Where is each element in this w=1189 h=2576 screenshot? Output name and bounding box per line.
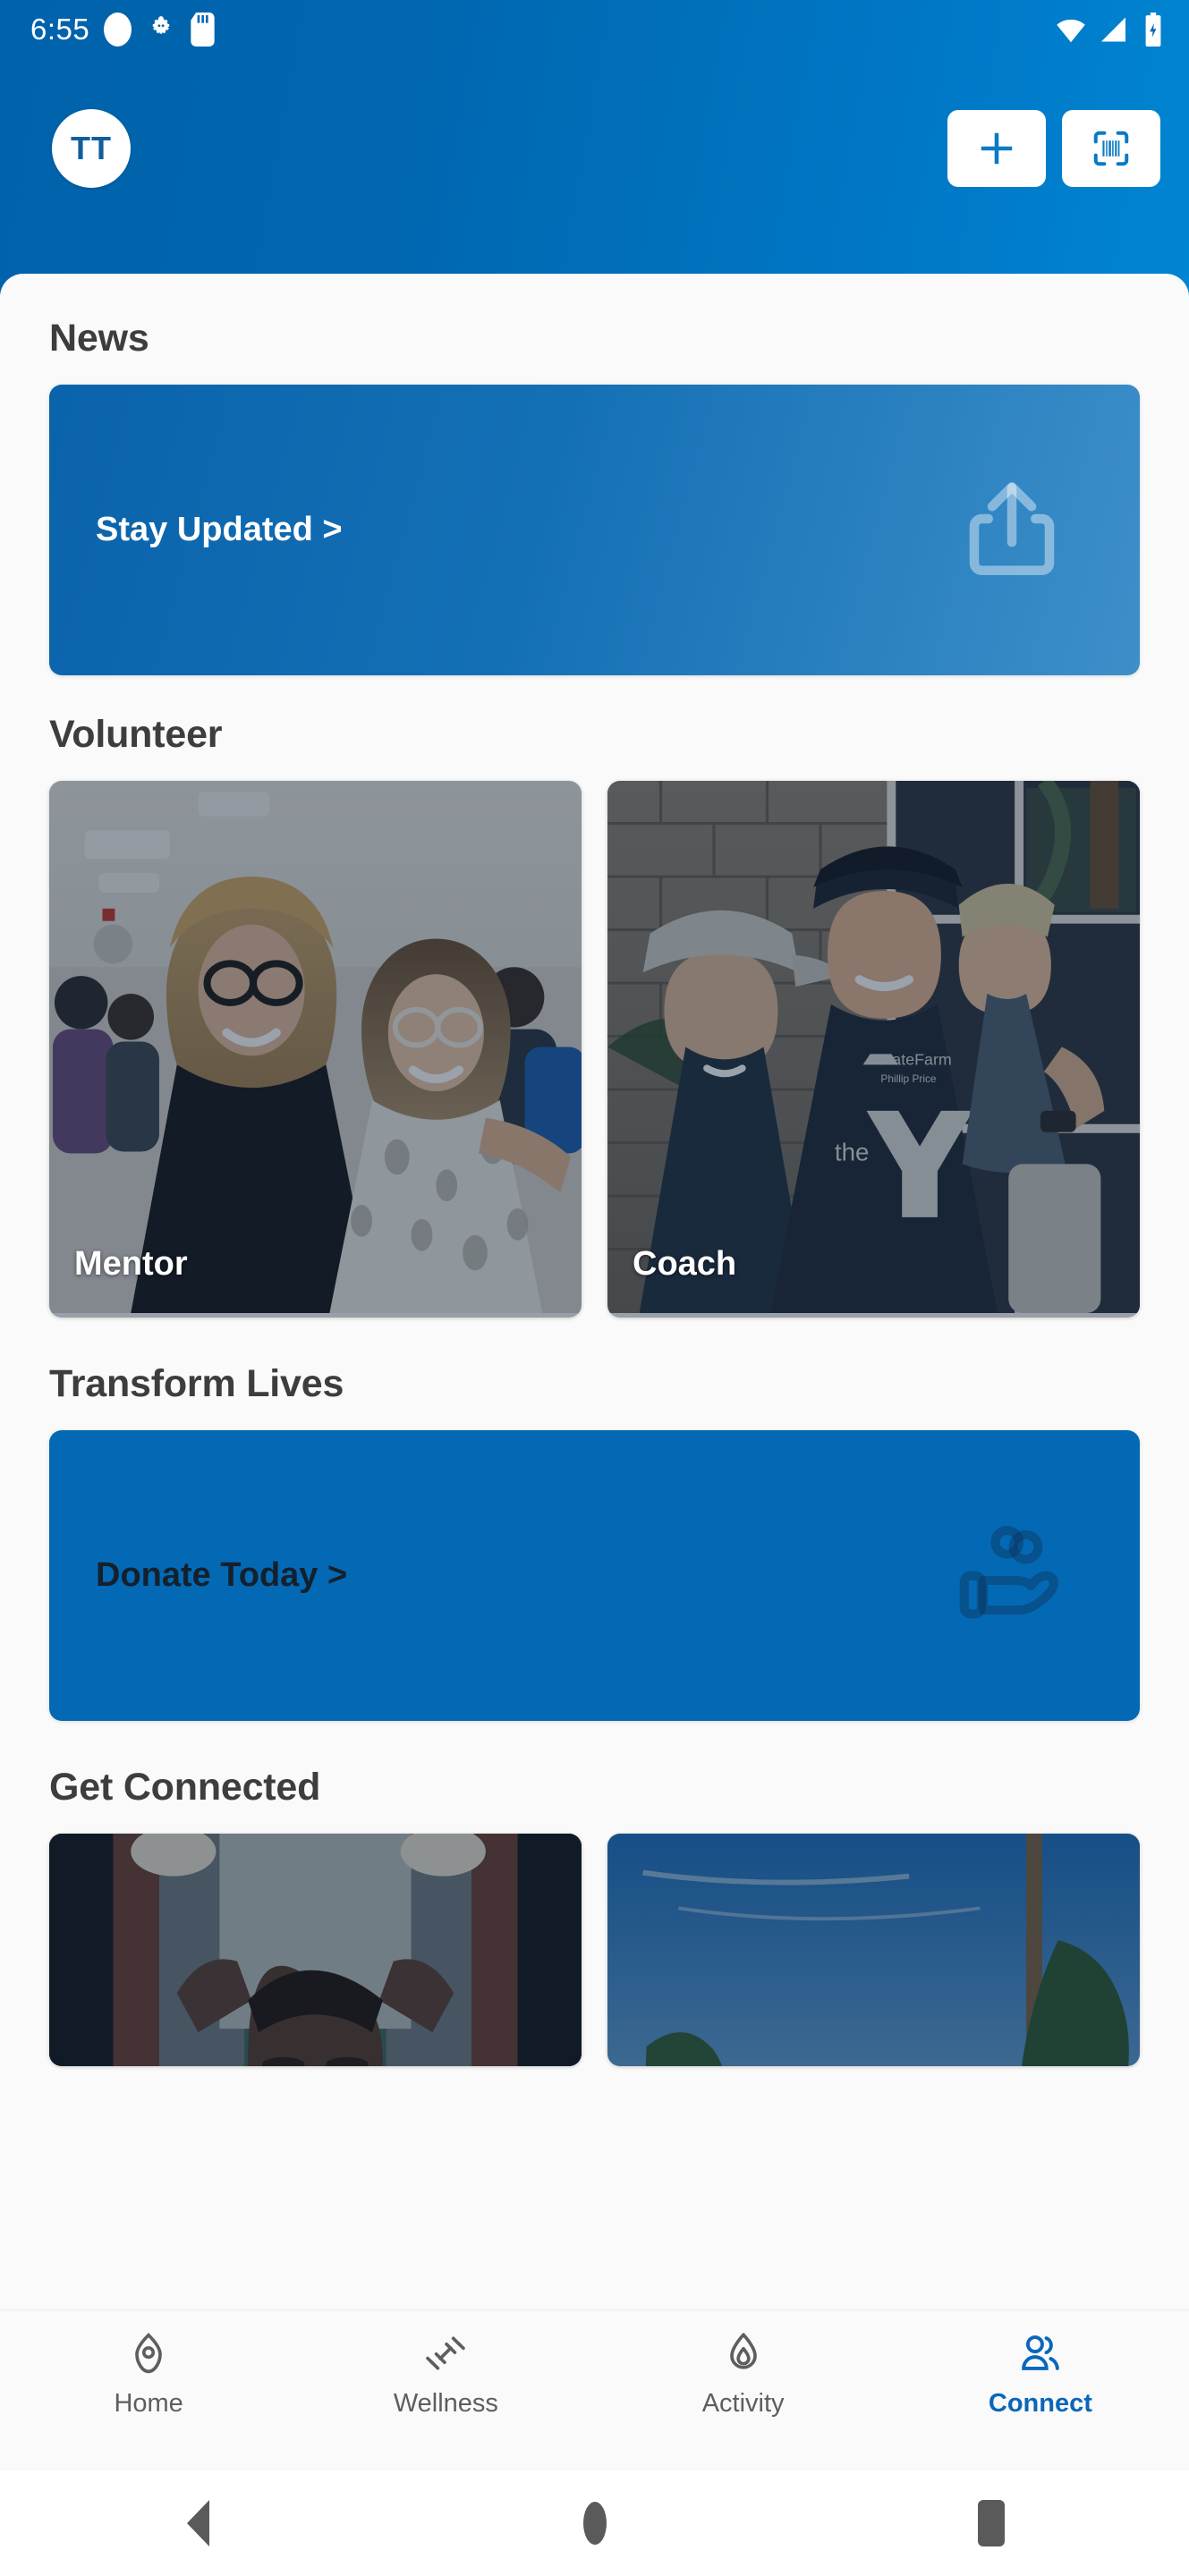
- stay-updated-label: Stay Updated >: [96, 511, 343, 548]
- app-screen: 6:55 TT News Stay Updated > Volunteer Me…: [0, 0, 1189, 2576]
- volunteer-tile-mentor-label: Mentor: [74, 1245, 188, 1283]
- system-recents-button[interactable]: [793, 2500, 1189, 2546]
- app-bar-actions: [947, 110, 1160, 187]
- volunteer-tile-coach-label: Coach: [633, 1245, 737, 1283]
- bottom-navigation: Home Wellness Activity Connect: [0, 2309, 1189, 2470]
- avatar-initials: TT: [71, 130, 112, 166]
- system-home-button[interactable]: [396, 2502, 793, 2545]
- wifi-icon: [1055, 13, 1087, 46]
- barcode-scan-icon: [1093, 131, 1129, 166]
- dumbbell-icon: [426, 2336, 466, 2370]
- cellular-signal-icon: [1099, 13, 1131, 46]
- flame-icon: [729, 2333, 757, 2369]
- nav-item-connect[interactable]: Connect: [892, 2330, 1189, 2419]
- get-connected-tile-2[interactable]: [607, 1834, 1140, 2066]
- status-bar: 6:55: [0, 0, 1189, 59]
- volunteer-tile-coach[interactable]: StateFarm Phillip Price the Coach: [607, 781, 1140, 1318]
- volunteer-tile-mentor[interactable]: Mentor: [49, 781, 582, 1318]
- back-triangle-icon: [187, 2500, 209, 2546]
- share-icon: [955, 471, 1068, 589]
- nav-item-wellness-label: Wellness: [393, 2389, 498, 2418]
- section-title-transform-lives: Transform Lives: [49, 1362, 344, 1405]
- people-icon: [1022, 2335, 1059, 2370]
- section-title-news: News: [49, 317, 149, 360]
- nav-item-activity-label: Activity: [701, 2389, 785, 2418]
- android-system-nav: [0, 2470, 1189, 2576]
- android-bug-icon: [146, 14, 176, 45]
- donate-today-label: Donate Today >: [96, 1556, 348, 1594]
- plus-icon: [981, 132, 1013, 165]
- home-circle-icon: [582, 2502, 607, 2545]
- recents-square-icon: [977, 2500, 1005, 2546]
- sd-card-icon: [191, 13, 215, 47]
- status-bar-left: 6:55: [30, 13, 215, 47]
- content-sheet: News Stay Updated > Volunteer Mentor Sta…: [0, 274, 1189, 2309]
- section-title-get-connected: Get Connected: [49, 1766, 321, 1809]
- nav-item-wellness[interactable]: Wellness: [297, 2330, 594, 2419]
- app-bar: TT: [0, 59, 1189, 238]
- get-connected-tile-row: [49, 1834, 1140, 2066]
- coach-photo-overlay: [607, 781, 1140, 1318]
- status-bar-clock: 6:55: [30, 13, 90, 46]
- get-connected-tile-1-overlay: [49, 1834, 582, 2066]
- stay-updated-card[interactable]: Stay Updated >: [49, 385, 1140, 675]
- section-title-volunteer: Volunteer: [49, 713, 223, 756]
- nav-item-home-label: Home: [114, 2389, 183, 2418]
- add-button[interactable]: [947, 110, 1046, 187]
- get-connected-tile-2-overlay: [607, 1834, 1140, 2066]
- location-pin-icon: [135, 2333, 162, 2374]
- status-bar-right: [1055, 13, 1164, 47]
- nav-item-connect-label: Connect: [988, 2389, 1092, 2418]
- scan-barcode-button[interactable]: [1062, 110, 1160, 187]
- nav-item-home[interactable]: Home: [0, 2330, 297, 2419]
- system-back-button[interactable]: [0, 2500, 396, 2546]
- nav-item-activity[interactable]: Activity: [595, 2330, 892, 2419]
- avatar[interactable]: TT: [52, 109, 131, 188]
- donate-hand-icon: [954, 1516, 1068, 1635]
- notification-dot-icon: [104, 13, 132, 47]
- mentor-photo-overlay: [49, 781, 582, 1318]
- volunteer-tile-row: Mentor StateFarm Phillip Price the Coach: [49, 781, 1140, 1318]
- get-connected-tile-1[interactable]: [49, 1834, 582, 2066]
- battery-charging-icon: [1142, 13, 1164, 47]
- donate-today-card[interactable]: Donate Today >: [49, 1430, 1140, 1721]
